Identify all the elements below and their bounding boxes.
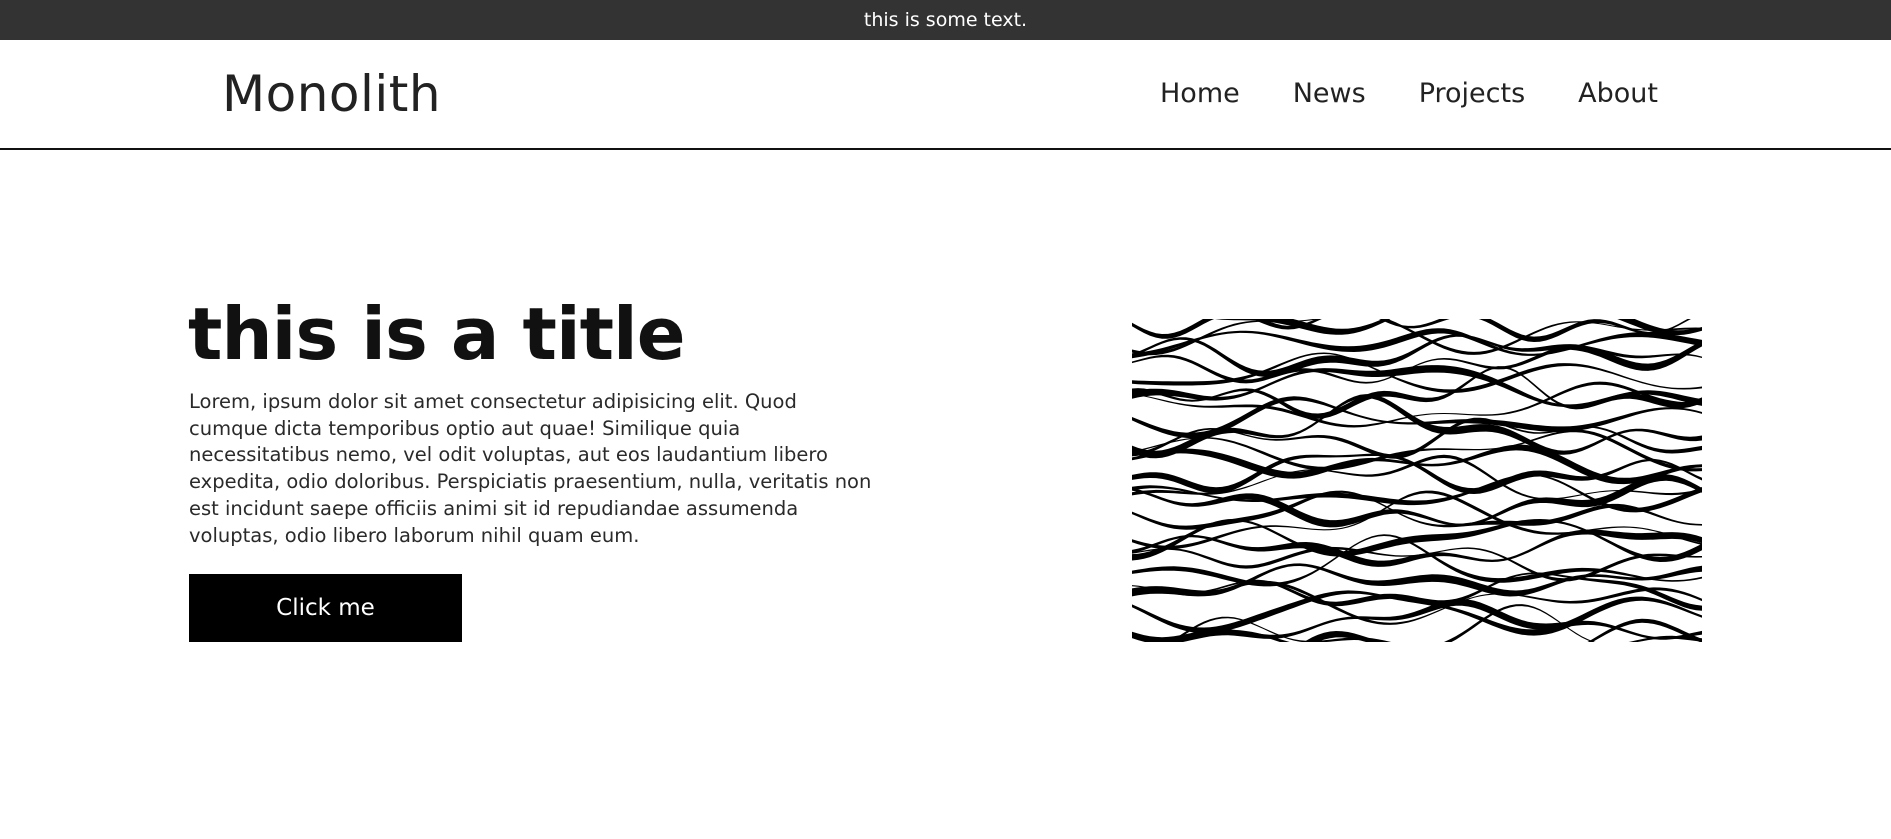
announcement-text: this is some text.	[863, 9, 1028, 31]
nav-link-home[interactable]: Home	[1160, 74, 1240, 114]
wave-stripe	[1132, 598, 1702, 642]
wavy-stripes-image	[1132, 319, 1702, 642]
hero-description: Lorem, ipsum dolor sit amet consectetur …	[189, 390, 872, 547]
hero-title: this is a title	[188, 292, 686, 376]
wave-stripe	[1132, 453, 1702, 494]
nav-link-news[interactable]: News	[1293, 74, 1366, 114]
nav-link-about[interactable]: About	[1578, 74, 1658, 114]
click-me-button[interactable]: Click me	[189, 574, 462, 642]
site-header: Monolith Home News Projects About	[0, 40, 1891, 150]
hero-image	[1132, 319, 1705, 642]
announcement-bar: this is some text.	[0, 0, 1891, 40]
wave-stripe	[1168, 604, 1702, 642]
site-logo[interactable]: Monolith	[222, 63, 441, 125]
main-nav: Home News Projects About	[1160, 40, 1658, 148]
nav-link-projects[interactable]: Projects	[1419, 74, 1525, 114]
